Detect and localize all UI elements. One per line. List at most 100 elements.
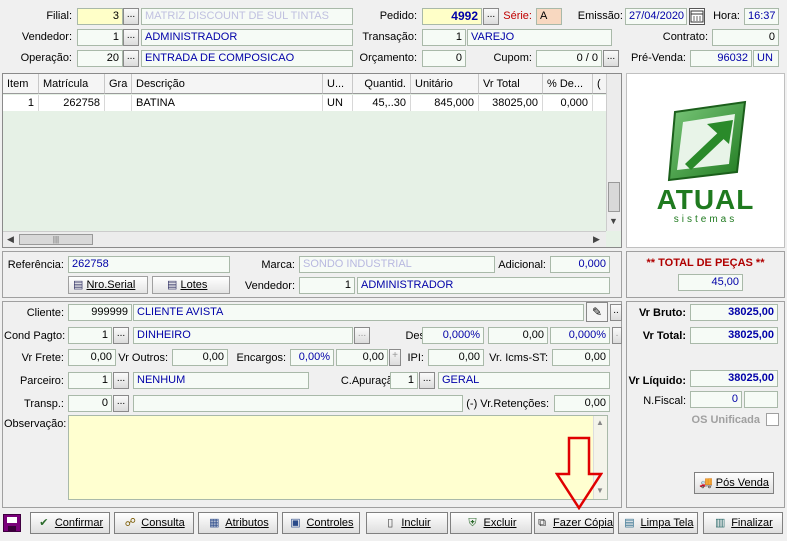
grid-vertical-scrollbar[interactable]: ▼ [606, 74, 621, 231]
col-unitario-header[interactable]: Unitário [411, 74, 479, 94]
col-un-header[interactable]: U... [323, 74, 353, 94]
cupom-lookup-button[interactable]: ... [603, 50, 619, 67]
cell-quantid: 45,..30 [353, 95, 411, 111]
cell-unitario: 845,000 [411, 95, 479, 111]
encargos-pct-field[interactable]: 0,00% [290, 349, 334, 366]
col-vrtotal-header[interactable]: Vr Total [479, 74, 543, 94]
parceiro-label: Parceiro: [19, 375, 64, 387]
scroll-thumb[interactable] [608, 182, 620, 212]
save-icon[interactable] [3, 514, 21, 532]
retencoes-label: (-) Vr.Retenções: [466, 398, 549, 410]
vendedor-lookup-button[interactable]: ... [123, 29, 139, 46]
lotes-button[interactable]: ▤ Lotes [152, 276, 230, 294]
capuracao-code-field[interactable]: 1 [390, 372, 418, 389]
serie-field[interactable]: A [536, 8, 562, 25]
pedido-field[interactable]: 4992 [422, 8, 482, 25]
os-unificada-checkbox[interactable] [766, 413, 779, 426]
observacao-textarea[interactable] [68, 415, 608, 500]
ipi-field[interactable]: 0,00 [428, 349, 484, 366]
col-quantid-header[interactable]: Quantid. [353, 74, 411, 94]
transp-code-field[interactable]: 0 [68, 395, 112, 412]
condpagto-name-field: DINHEIRO [133, 327, 353, 344]
parceiro-lookup-button[interactable]: ... [113, 372, 129, 389]
desconto-extra-button[interactable]: . [612, 327, 622, 344]
col-descricao-header[interactable]: Descrição [132, 74, 323, 94]
vrliquido-field: 38025,00 [690, 370, 778, 387]
retencoes-field[interactable]: 0,00 [554, 395, 610, 412]
desconto-pct-field[interactable]: 0,000% [422, 327, 484, 344]
encargos-val-field[interactable]: 0,00 [336, 349, 388, 366]
col-extra-header[interactable]: ( [593, 74, 607, 94]
cliente-code-field[interactable]: 999999 [68, 304, 132, 321]
vroutros-field[interactable]: 0,00 [172, 349, 228, 366]
grid-horizontal-scrollbar[interactable]: ◀ ||| ▶ [3, 231, 606, 247]
col-desconto-header[interactable]: % De... [543, 74, 593, 94]
scroll-down-icon[interactable]: ▼ [609, 216, 618, 226]
cupom-field[interactable]: 0 / 0 [536, 50, 602, 67]
encargos-extra-button[interactable]: + [389, 349, 401, 366]
hora-field[interactable]: 16:37 [744, 8, 779, 25]
limpa-tela-button[interactable]: ▤ Limpa Tela [618, 512, 698, 534]
icmsst-label: Vr. Icms-ST: [489, 352, 548, 364]
contrato-field[interactable]: 0 [712, 29, 779, 46]
transacao-code-field[interactable]: 1 [422, 29, 466, 46]
filial-lookup-button[interactable]: ... [123, 8, 139, 25]
client-card-icon[interactable]: ✎ [586, 302, 608, 322]
excluir-button[interactable]: ⛨ Excluir [450, 512, 532, 534]
nro-serial-button[interactable]: ▤ Nro.Serial [68, 276, 148, 294]
scroll-h-thumb[interactable]: ||| [19, 234, 93, 245]
atributos-button[interactable]: ▦ Atributos [198, 512, 278, 534]
prevenda-label: Pré-Venda: [630, 52, 686, 64]
incluir-button[interactable]: ▯ Incluir [366, 512, 448, 534]
prevenda-unit-field: UN [753, 50, 779, 67]
desconto-pct2-field[interactable]: 0,000% [550, 327, 610, 344]
vrfrete-label: Vr Frete: [21, 352, 64, 364]
logo-sub-text: sistemas [673, 214, 738, 225]
col-item-header[interactable]: Item [3, 74, 39, 94]
items-grid[interactable]: Item Matrícula Gra Descrição U... Quanti… [2, 73, 622, 248]
operacao-code-field[interactable]: 20 [77, 50, 123, 67]
prevenda-field[interactable]: 96032 [690, 50, 752, 67]
operacao-label: Operação: [20, 52, 72, 64]
transp-lookup-button[interactable]: ... [113, 395, 129, 412]
vendedor-code-field[interactable]: 1 [77, 29, 123, 46]
new-document-icon: ▯ [387, 517, 394, 530]
parceiro-code-field[interactable]: 1 [68, 372, 112, 389]
capuracao-label: C.Apuração: [340, 375, 402, 387]
operacao-lookup-button[interactable]: ... [123, 50, 139, 67]
item-vendedor-code-field: 1 [299, 277, 355, 294]
document-icon: ▤ [167, 279, 178, 291]
scroll-up-icon[interactable]: ▲ [596, 418, 604, 427]
calendar-icon[interactable] [689, 8, 705, 25]
vrtotal-field: 38025,00 [690, 327, 778, 344]
transacao-label: Transação: [362, 31, 417, 43]
filial-code-field[interactable]: 3 [77, 8, 123, 25]
icmsst-field[interactable]: 0,00 [552, 349, 610, 366]
pedido-label: Pedido: [379, 10, 417, 22]
vendedor-label: Vendedor: [21, 31, 72, 43]
col-matricula-header[interactable]: Matrícula [39, 74, 105, 94]
cell-matricula: 262758 [39, 95, 105, 111]
controles-button[interactable]: ▣ Controles [282, 512, 360, 534]
pedido-lookup-button[interactable]: ... [483, 8, 499, 25]
vrfrete-field[interactable]: 0,00 [68, 349, 116, 366]
condpagto-code-field[interactable]: 1 [68, 327, 112, 344]
condpagto-lookup-button[interactable]: ... [113, 327, 129, 344]
capuracao-lookup-button[interactable]: ... [419, 372, 435, 389]
scroll-right-icon[interactable]: ▶ [593, 234, 600, 245]
finalizar-button[interactable]: ▥ Finalizar [703, 512, 783, 534]
condpagto-extra-button[interactable]: ... [354, 327, 370, 344]
pos-venda-button[interactable]: 🚚 Pós Venda [694, 472, 774, 494]
desconto-val-field[interactable]: 0,00 [488, 327, 548, 344]
col-gra-header[interactable]: Gra [105, 74, 132, 94]
cell-item: 1 [3, 95, 39, 111]
orcamento-field[interactable]: 0 [422, 50, 466, 67]
consulta-button[interactable]: ☍ Consulta [114, 512, 194, 534]
clear-screen-icon: ▤ [624, 517, 635, 530]
emissao-field[interactable]: 27/04/2020 [625, 8, 687, 25]
atributos-label: Atributos [225, 517, 269, 529]
cliente-lookup-button[interactable]: .. [610, 304, 622, 321]
scroll-left-icon[interactable]: ◀ [7, 234, 14, 245]
fazer-copia-button[interactable]: ⧉ Fazer Cópia [534, 512, 614, 534]
confirmar-button[interactable]: ✔ Confirmar [30, 512, 110, 534]
